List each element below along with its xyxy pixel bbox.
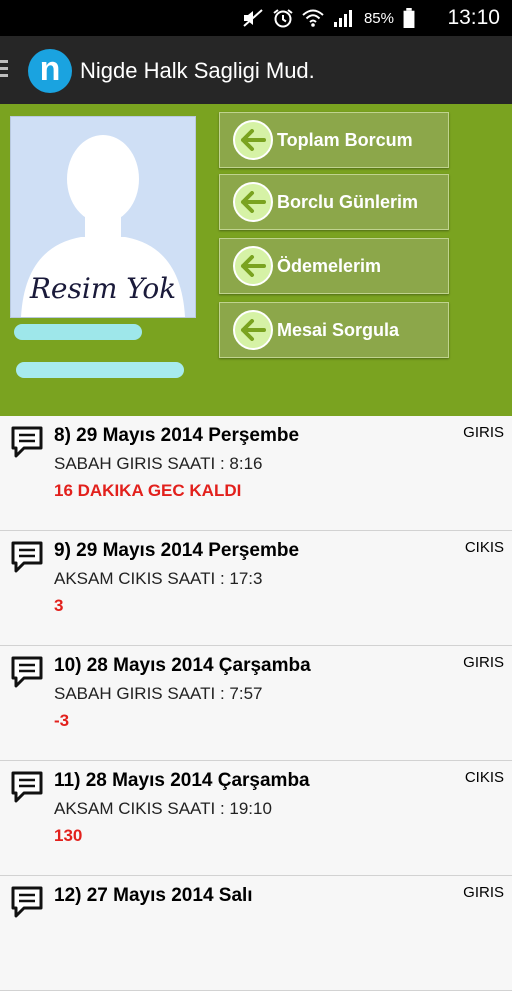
message-icon (11, 426, 43, 458)
no-photo-label: Resim Yok (29, 272, 177, 305)
record-note: 130 (54, 826, 83, 845)
clock: 13:10 (447, 6, 500, 29)
record-title: 8) 29 Mayıs 2014 Perşembe (54, 425, 300, 446)
drawer-icon[interactable] (0, 60, 8, 82)
message-icon (11, 886, 43, 918)
arrow-left-icon (233, 246, 273, 286)
list-item[interactable]: 8) 29 Mayıs 2014 Perşembe GIRIS SABAH GI… (0, 416, 512, 531)
mute-icon (243, 9, 263, 27)
app-title: Nigde Halk Sagligi Mud. (80, 58, 315, 83)
wifi-icon (302, 9, 324, 27)
message-icon (11, 541, 43, 573)
arrow-left-icon (233, 182, 273, 222)
redacted-name (16, 362, 184, 378)
arrow-left-icon (233, 120, 273, 160)
record-note: 3 (54, 596, 64, 615)
record-time: SABAH GIRIS SAATI : 7:57 (54, 684, 263, 703)
record-time: AKSAM CIKIS SAATI : 17:3 (54, 569, 263, 588)
record-title: 12) 27 Mayıs 2014 Salı (54, 885, 253, 906)
list-item[interactable]: 10) 28 Mayıs 2014 Çarşamba GIRIS SABAH G… (0, 646, 512, 761)
record-time: AKSAM CIKIS SAATI : 19:10 (54, 799, 272, 818)
record-type: CIKIS (464, 769, 504, 786)
debt-days-button[interactable]: Borclu Günlerim (219, 174, 449, 230)
message-icon (11, 656, 43, 688)
record-title: 10) 28 Mayıs 2014 Çarşamba (54, 655, 311, 676)
list-item[interactable]: 11) 28 Mayıs 2014 Çarşamba CIKIS AKSAM C… (0, 761, 512, 876)
action-bar: n Nigde Halk Sagligi Mud. (0, 36, 512, 104)
app-logo[interactable]: n (28, 49, 72, 93)
record-type: CIKIS (464, 539, 504, 556)
shift-query-button[interactable]: Mesai Sorgula (219, 302, 449, 358)
shift-query-label: Mesai Sorgula (277, 319, 400, 340)
record-note: -3 (54, 711, 70, 730)
record-type: GIRIS (463, 654, 504, 671)
payments-button[interactable]: Ödemelerim (219, 238, 449, 294)
profile-panel: Resim Yok Toplam Borcum Borclu Günlerim … (0, 104, 512, 416)
battery-icon (403, 8, 415, 28)
debt-days-label: Borclu Günlerim (277, 191, 419, 212)
total-debt-button[interactable]: Toplam Borcum (219, 112, 449, 168)
message-icon (11, 771, 43, 803)
battery-percent: 85% (363, 9, 394, 27)
total-debt-label: Toplam Borcum (277, 129, 413, 150)
record-type: GIRIS (463, 884, 504, 901)
list-item[interactable]: 12) 27 Mayıs 2014 Salı GIRIS (0, 876, 512, 991)
record-note: 16 DAKIKA GEC KALDI (54, 481, 242, 500)
record-type: GIRIS (463, 424, 504, 441)
status-bar: 85% 13:10 (0, 0, 512, 36)
attendance-list[interactable]: 8) 29 Mayıs 2014 Perşembe GIRIS SABAH GI… (0, 416, 512, 991)
payments-label: Ödemelerim (277, 255, 382, 276)
arrow-left-icon (233, 310, 273, 350)
profile-photo: Resim Yok (10, 116, 196, 318)
redacted-id (14, 324, 142, 340)
status-icons: 85% (242, 6, 416, 30)
record-title: 9) 29 Mayıs 2014 Perşembe (54, 540, 300, 561)
list-item[interactable]: 9) 29 Mayıs 2014 Perşembe CIKIS AKSAM CI… (0, 531, 512, 646)
alarm-icon (273, 9, 293, 28)
record-title: 11) 28 Mayıs 2014 Çarşamba (54, 770, 310, 791)
signal-icon (333, 10, 352, 27)
record-time: SABAH GIRIS SAATI : 8:16 (54, 454, 263, 473)
